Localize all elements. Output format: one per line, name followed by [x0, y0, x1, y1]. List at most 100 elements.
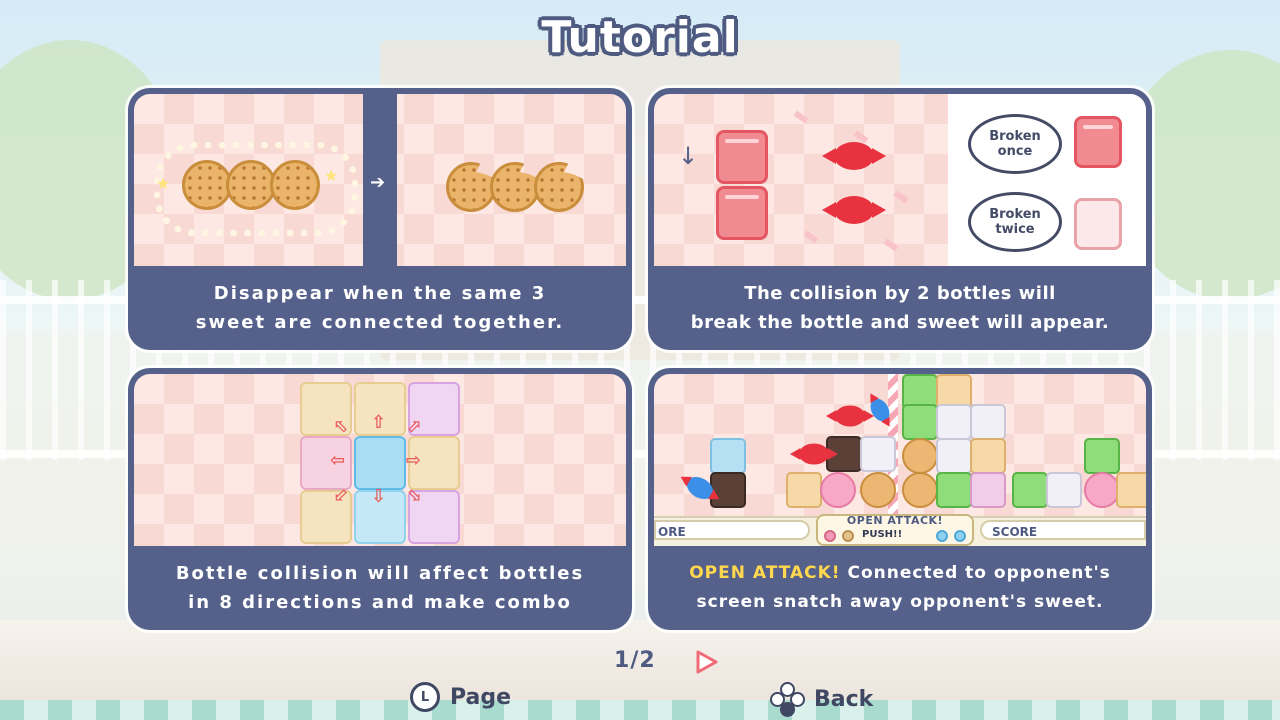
cookie-tile [902, 472, 938, 508]
caption-line: sweet are connected together. [195, 312, 565, 333]
bottle-tile [902, 404, 938, 440]
macaron-tile [1084, 472, 1120, 508]
tutorial-panel-open-attack: ORE SCORE OPEN ATTACK! PUSH!! OPEN ATTAC… [648, 368, 1152, 630]
back-control-hint[interactable]: Back [770, 682, 874, 717]
bottle-tile [786, 472, 822, 508]
caption-line: The collision by 2 bottles will [744, 283, 1056, 304]
glass-shard [893, 190, 909, 204]
page-title: Tutorial [541, 12, 739, 63]
glass-shard [803, 230, 819, 244]
candy-tile [820, 472, 856, 508]
page-separator: / [630, 648, 640, 673]
bottle-broken-once [1074, 116, 1122, 168]
bottle-tile [970, 438, 1006, 474]
open-attack-highlight: OPEN ATTACK! [689, 563, 841, 583]
arrow-up-right-icon: ⬀ [406, 416, 422, 437]
cookie-tile [902, 438, 938, 474]
open-attack-label: OPEN ATTACK! [846, 514, 944, 527]
page-control-label: Page [450, 684, 512, 710]
panel-illustration: ORE SCORE OPEN ATTACK! PUSH!! [654, 374, 1146, 546]
cookie-sweet [182, 160, 232, 210]
score-label-left: ORE [654, 520, 810, 540]
bitten-cookie [446, 162, 496, 212]
page-control-hint[interactable]: L Page [410, 682, 511, 712]
cracked-bottle [716, 186, 768, 240]
panel-illustration: ★ ★ ★ ➔ [134, 94, 626, 266]
arrow-up-icon: ⇧ [371, 412, 387, 433]
bottle-tile-center [354, 436, 406, 490]
arrow-right-icon: ⇨ [406, 450, 422, 471]
bottle-tile [936, 472, 972, 508]
arrow-down-icon: ↓ [678, 142, 699, 170]
background-floor-edge [0, 700, 1280, 720]
arrow-down-left-icon: ⬃ [334, 484, 350, 505]
wrapped-candy [826, 405, 874, 427]
caption-line: break the bottle and sweet will appear. [690, 312, 1110, 333]
panel-caption: The collision by 2 bottles will break th… [648, 272, 1152, 344]
back-control-label: Back [814, 686, 874, 712]
score-label-right: SCORE [980, 520, 1146, 540]
bottle-tile [1012, 472, 1048, 508]
arrow-down-right-icon: ⬂ [406, 484, 422, 505]
bottle-tile [1046, 472, 1082, 508]
panel-caption: Bottle collision will affect bottles in … [128, 552, 632, 624]
bottle-tile [936, 438, 972, 474]
bottle-tile [970, 404, 1006, 440]
glass-shard [793, 110, 809, 124]
caption-line: Disappear when the same 3 [213, 283, 547, 304]
bitten-cookie [490, 162, 540, 212]
caption-line: Bottle collision will affect bottles [175, 563, 585, 584]
speech-bubble-broken-twice: Broken twice [968, 192, 1062, 252]
l-button-icon: L [410, 682, 440, 712]
speech-bubble-broken-once: Broken once [968, 114, 1062, 174]
panel-caption: Disappear when the same 3 sweet are conn… [128, 272, 632, 344]
arrow-down-icon: ⇩ [371, 486, 387, 507]
gauge-dot [842, 530, 854, 542]
gauge-dot [824, 530, 836, 542]
cookie-sweet [226, 160, 276, 210]
star-icon: ★ [324, 166, 339, 185]
arrow-left-icon: ⇦ [330, 450, 346, 471]
bottle-tile [860, 436, 896, 472]
bubble-text: Broken [989, 207, 1041, 222]
bottle-state-legend: Broken once Broken twice [948, 94, 1146, 266]
glass-shard [883, 238, 899, 252]
bitten-cookie [534, 162, 584, 212]
gauge-dot [936, 530, 948, 542]
panel-illustration: ↓ Broken once Broken twice [654, 94, 1146, 266]
caption-line: in 8 directions and make combo [188, 592, 572, 613]
arrow-up-left-icon: ⬁ [334, 416, 350, 437]
cookie-sweet [270, 160, 320, 210]
wrapped-candy [822, 196, 886, 224]
gauge-dot [954, 530, 966, 542]
cookie-tile [860, 472, 896, 508]
push-label: PUSH!! [862, 529, 903, 540]
bottle-tile [936, 404, 972, 440]
caption-text: Connected to opponent's [840, 563, 1111, 583]
wrapped-candy [790, 443, 838, 465]
bubble-text: Broken [989, 129, 1041, 144]
bottle-tile [1116, 472, 1146, 508]
wrapped-candy [822, 142, 886, 170]
page-current: 1 [614, 648, 631, 673]
arrow-right-icon: ➔ [370, 172, 386, 193]
bubble-text: once [997, 144, 1033, 159]
bottle-tile [970, 472, 1006, 508]
tutorial-panel-eight-directions: ⇧ ⇩ ⇦ ⇨ ⬁ ⬀ ⬃ ⬂ Bottle collision will af… [128, 368, 632, 630]
bottle-tile [1084, 438, 1120, 474]
tutorial-panel-bottle-break: ↓ Broken once Broken twice The collision… [648, 88, 1152, 350]
bottle-tile [710, 438, 746, 474]
caption-line: screen snatch away opponent's sweet. [696, 592, 1104, 612]
tutorial-panel-match-three: ★ ★ ★ ➔ Disappear when the same 3 sweet … [128, 88, 632, 350]
next-page-arrow-icon[interactable] [694, 650, 718, 674]
open-attack-gauge: OPEN ATTACK! PUSH!! [816, 514, 974, 546]
star-icon: ★ [156, 174, 171, 193]
caption-line: OPEN ATTACK! Connected to opponent's [689, 559, 1111, 588]
panel-illustration: ⇧ ⇩ ⇦ ⇨ ⬁ ⬀ ⬃ ⬂ [134, 374, 626, 546]
page-total: 2 [639, 648, 656, 673]
page-indicator: 1/2 [614, 648, 656, 673]
bottle-broken-twice [1074, 198, 1122, 250]
face-buttons-icon [770, 682, 805, 717]
cracked-bottle [716, 130, 768, 184]
bubble-text: twice [995, 222, 1035, 237]
